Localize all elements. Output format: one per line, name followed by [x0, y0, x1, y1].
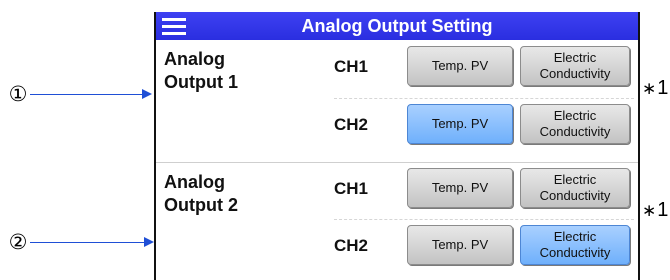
- temp-pv-button[interactable]: Temp. PV: [407, 46, 513, 86]
- footnote-number: 1: [657, 77, 669, 99]
- temp-pv-button[interactable]: Temp. PV: [407, 168, 513, 208]
- channel-row-ch2: CH2 Temp. PV Electric Conductivity: [334, 104, 634, 150]
- callout-2: ②: [6, 230, 154, 254]
- channel-label: CH1: [334, 179, 369, 198]
- analog-output-2-section: Analog Output 2 CH1 Temp. PV Electric Con…: [156, 162, 638, 280]
- button-label-line: Conductivity: [539, 124, 611, 139]
- section-label: Analog Output 1: [164, 48, 238, 94]
- analog-output-1-section: Analog Output 1 CH1 Temp. PV Electric Con…: [156, 40, 638, 162]
- electric-conductivity-button[interactable]: Electric Conductivity: [520, 46, 630, 86]
- button-label-line: Electric: [553, 108, 597, 123]
- button-label-line: Electric: [553, 172, 597, 187]
- temp-pv-button[interactable]: Temp. PV: [407, 225, 513, 265]
- channel-row-ch2: CH2 Temp. PV Electric Conductivity: [334, 225, 634, 271]
- button-label: Temp. PV: [431, 237, 489, 252]
- footnote-number: 1: [657, 199, 669, 221]
- button-label: Electric Conductivity: [540, 172, 611, 204]
- callout-arrow-line: [30, 93, 142, 95]
- button-label-line: Conductivity: [539, 245, 611, 260]
- button-label: Electric Conductivity: [540, 50, 611, 82]
- divider: [334, 219, 634, 220]
- arrow-head-icon: [142, 89, 152, 99]
- footnote-marker: ∗1: [642, 77, 668, 100]
- screen-title: Analog Output Setting: [301, 16, 493, 36]
- asterisk-icon: ∗: [642, 79, 657, 99]
- channel-row-ch1: CH1 Temp. PV Electric Conductivity: [334, 168, 634, 214]
- divider: [334, 98, 634, 99]
- channel-label: CH2: [334, 115, 369, 134]
- section-label-line: Output 2: [164, 195, 238, 215]
- button-label: Electric Conductivity: [540, 108, 611, 140]
- title-bar: Analog Output Setting: [156, 12, 638, 40]
- temp-pv-button[interactable]: Temp. PV: [407, 104, 513, 144]
- button-label-line: Electric: [553, 50, 597, 65]
- electric-conductivity-button[interactable]: Electric Conductivity: [520, 168, 630, 208]
- button-label: Electric Conductivity: [540, 229, 611, 261]
- button-label-line: Conductivity: [539, 66, 611, 81]
- electric-conductivity-button[interactable]: Electric Conductivity: [520, 225, 630, 265]
- section-label-line: Output 1: [164, 72, 238, 92]
- callout-number: ①: [8, 82, 28, 106]
- callout-1: ①: [6, 82, 152, 106]
- electric-conductivity-button[interactable]: Electric Conductivity: [520, 104, 630, 144]
- button-label-line: Conductivity: [539, 188, 611, 203]
- button-label: Temp. PV: [431, 180, 489, 195]
- channel-row-ch1: CH1 Temp. PV Electric Conductivity: [334, 46, 634, 92]
- arrow-head-icon: [144, 237, 154, 247]
- button-label: Temp. PV: [431, 116, 489, 131]
- footnote-marker: ∗1: [642, 199, 668, 222]
- channel-label: CH1: [334, 57, 369, 76]
- callout-number: ②: [8, 230, 28, 254]
- section-label-line: Analog: [164, 172, 225, 192]
- button-label-line: Electric: [553, 229, 597, 244]
- device-screen: Analog Output Setting Analog Output 1 CH…: [154, 12, 640, 280]
- channel-label: CH2: [334, 236, 369, 255]
- button-label: Temp. PV: [431, 58, 489, 73]
- section-label-line: Analog: [164, 49, 225, 69]
- asterisk-icon: ∗: [642, 201, 657, 221]
- callout-arrow-line: [30, 241, 144, 243]
- section-label: Analog Output 2: [164, 171, 238, 217]
